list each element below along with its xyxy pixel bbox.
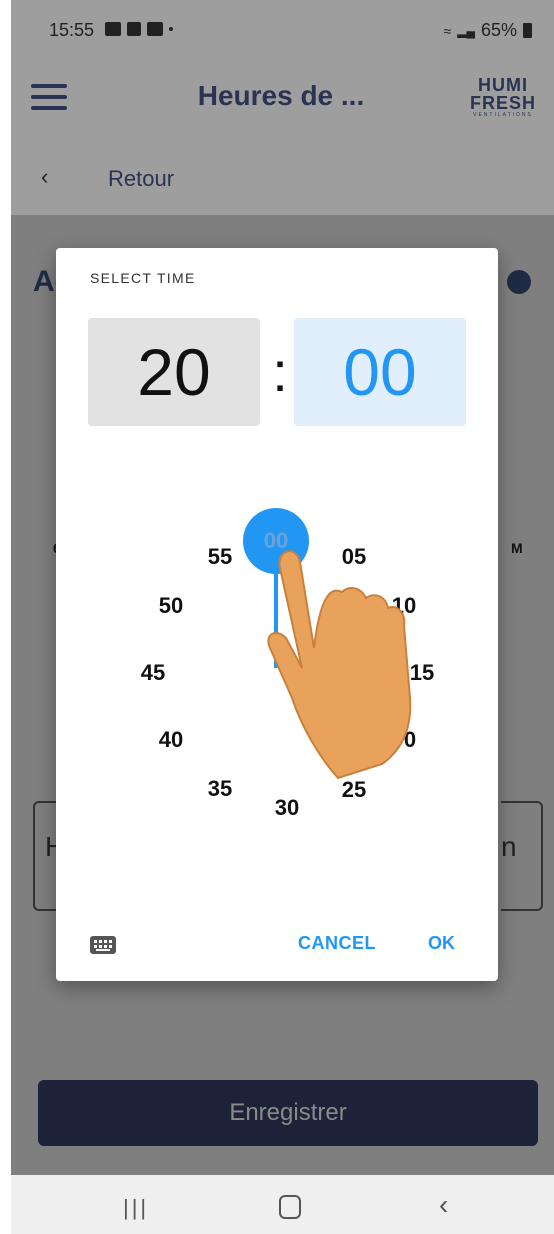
wifi-icon: ≈: [443, 22, 452, 39]
hand-gesture-icon: [267, 550, 412, 780]
cancel-button[interactable]: CANCEL: [292, 932, 382, 955]
clock-number-55[interactable]: 55: [200, 544, 240, 570]
back-bar[interactable]: ‹ Retour: [11, 140, 554, 215]
clock-number-40[interactable]: 40: [151, 727, 191, 753]
status-notification-icons: [105, 22, 173, 36]
toggle-switch[interactable]: [507, 270, 531, 294]
wrench-icon: [127, 22, 141, 36]
menu-icon[interactable]: [31, 84, 67, 110]
clock-number-30[interactable]: 30: [267, 795, 307, 821]
battery-percent: 65%: [480, 20, 517, 40]
nav-back-icon[interactable]: ‹: [439, 1189, 448, 1221]
save-button[interactable]: Enregistrer: [38, 1080, 538, 1146]
status-time: 15:55: [49, 20, 95, 40]
nav-recent-icon[interactable]: |||: [123, 1195, 149, 1221]
battery-icon: [523, 23, 532, 38]
page-title: Heures de ...: [197, 80, 365, 111]
more-dot-icon: [169, 27, 173, 31]
back-label[interactable]: Retour: [108, 166, 174, 192]
gallery-icon: [105, 22, 121, 36]
keyboard-icon[interactable]: [90, 936, 116, 954]
clock-number-50[interactable]: 50: [151, 593, 191, 619]
status-bar: 15:55 ≈ ▂▄ 65%: [11, 0, 554, 54]
youtube-icon: [147, 22, 163, 36]
ok-button[interactable]: OK: [422, 932, 461, 955]
signal-icon: ▂▄: [457, 23, 475, 38]
clock-number-45[interactable]: 45: [133, 660, 173, 686]
app-header: Heures de ... HUMI FRESH VENTILATIONS: [11, 54, 554, 140]
status-right: ≈ ▂▄ 65%: [444, 20, 532, 41]
system-nav-bar: ||| ‹: [11, 1175, 554, 1234]
time-field-right[interactable]: n: [501, 801, 543, 911]
day-label-right: M: [511, 540, 523, 556]
brand-logo: HUMI FRESH VENTILATIONS: [469, 75, 536, 118]
clock-number-35[interactable]: 35: [200, 776, 240, 802]
back-chevron-icon[interactable]: ‹: [41, 164, 48, 190]
nav-home-icon[interactable]: [279, 1195, 301, 1219]
